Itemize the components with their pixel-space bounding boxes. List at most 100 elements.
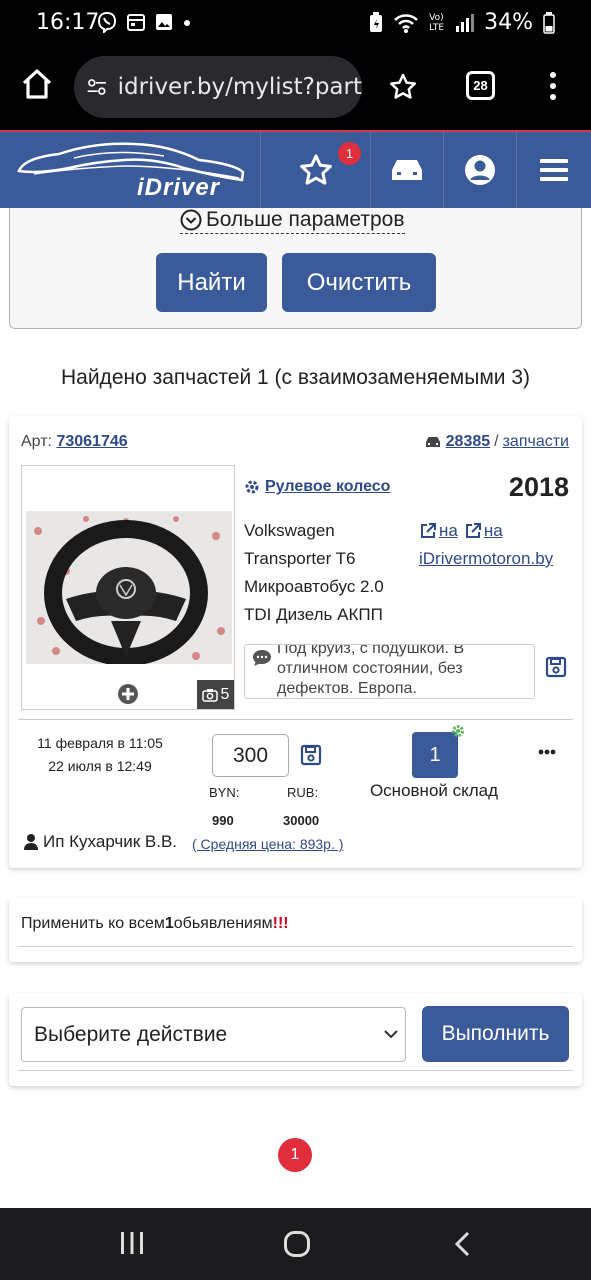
bookmark-star-icon[interactable] [388, 72, 418, 102]
battery-percent: 34% [484, 10, 533, 35]
action-divider [18, 1070, 573, 1071]
steering-wheel-photo[interactable] [26, 511, 232, 664]
garage-button[interactable] [370, 132, 443, 208]
warehouse-label: Основной склад [369, 781, 499, 800]
account-button[interactable] [443, 132, 516, 208]
part-name-link[interactable]: Рулевое колесо [244, 478, 390, 496]
more-options-icon[interactable] [538, 749, 556, 755]
car-engine: TDI Дизель АКПП [244, 605, 383, 624]
car-icon [425, 437, 440, 447]
car-body: Микроавтобус 2.0 [244, 577, 384, 596]
comment-field[interactable]: Под круиз, с подушкой. В отличном состоя… [244, 644, 535, 699]
car-id-link[interactable]: 28385 [446, 433, 491, 451]
browser-toolbar: idriver.by/mylist?part 28 [0, 48, 591, 130]
user-circle-icon [465, 155, 495, 185]
add-photo-icon[interactable] [117, 683, 139, 705]
wifi-icon [394, 13, 419, 33]
dot-icon [184, 20, 190, 26]
car-description: Volkswagen Transporter T6 Микроавтобус 2… [244, 517, 384, 629]
results-count: Найдено запчастей 1 (с взаимозаменяемыми… [60, 366, 530, 389]
save-comment-icon[interactable] [545, 656, 567, 678]
more-params-label: Больше параметров [206, 208, 405, 231]
external-link-2[interactable]: на [464, 517, 503, 545]
chevron-down-circle-icon [180, 209, 202, 231]
favorites-badge: 1 [338, 142, 361, 165]
external-links-row: на на [419, 517, 553, 545]
notification-icons [96, 11, 192, 33]
apply-all-panel: Применить ко всем1обьявлениям!!! [9, 898, 582, 962]
external-link-icon [421, 523, 436, 538]
quantity-settings-icon[interactable] [451, 724, 465, 738]
comment-text: Под круиз, с подушкой. В отличном состоя… [277, 644, 465, 697]
car-icon [392, 160, 422, 180]
gear-icon [245, 480, 259, 494]
site-header: iDriver 1 [0, 130, 591, 208]
hamburger-icon [540, 159, 568, 181]
action-select[interactable]: Выберите действие [21, 1007, 406, 1062]
date-created: 11 февраля в 11:05 [37, 735, 163, 751]
recent-apps-icon[interactable] [118, 1230, 146, 1256]
part-card: Арт: 73061746 28385 / запчасти 5 Рулевое… [9, 416, 582, 868]
car-model: Transporter T6 [244, 549, 356, 568]
date-updated: 22 июля в 12:49 [48, 758, 152, 774]
external-link-icon [465, 523, 481, 538]
byn-value: 990 [212, 813, 234, 828]
part-year: 2018 [508, 472, 569, 502]
photo-count-badge[interactable]: 5 [197, 680, 234, 709]
car-link: 28385 / запчасти [424, 433, 569, 451]
car-make: Volkswagen [244, 521, 335, 540]
camera-icon [201, 688, 218, 702]
pagination-current-page[interactable]: 1 [278, 1138, 312, 1172]
browser-menu-icon[interactable] [548, 70, 558, 102]
car-link-separator: / [494, 433, 499, 450]
favorites-star-icon [299, 154, 332, 185]
signal-icon [456, 13, 475, 32]
user-icon [24, 834, 38, 850]
part-photo-frame: 5 [21, 465, 235, 710]
calendar-icon [127, 14, 145, 31]
back-nav-icon[interactable] [452, 1230, 474, 1258]
external-link-1[interactable]: на [419, 517, 458, 545]
car-parts-link[interactable]: запчасти [503, 433, 569, 451]
article-number-link[interactable]: 73061746 [56, 433, 127, 450]
search-button[interactable]: Найти [156, 253, 267, 312]
dates-block: 11 февраля в 11:05 22 июля в 12:49 [9, 732, 191, 778]
apply-divider [18, 946, 573, 947]
save-price-icon[interactable] [300, 744, 322, 766]
article-line: Арт: 73061746 [21, 433, 128, 451]
part-name: Рулевое колесо [265, 478, 391, 495]
rub-value: 30000 [283, 813, 320, 828]
home-icon[interactable] [20, 68, 54, 100]
apply-all-text: Применить ко всем1обьявлениям!!! [21, 915, 289, 932]
system-icons: Vo) LTE 34% [369, 10, 555, 35]
tab-switcher-button[interactable]: 28 [466, 71, 495, 100]
status-bar: 16:17 Vo) LTE 34% [0, 0, 591, 48]
seller-line: Ип Кухарчик В.В. [23, 832, 177, 852]
comment-icon [253, 650, 271, 666]
photo-count: 5 [220, 685, 230, 703]
card-divider [18, 719, 573, 720]
address-bar[interactable]: idriver.by/mylist?part [74, 56, 362, 118]
byn-label: BYN: [209, 785, 240, 800]
hamburger-menu-button[interactable] [516, 132, 591, 208]
price-input[interactable]: 300 [212, 734, 289, 777]
more-params-toggle[interactable]: Больше параметров [180, 208, 405, 234]
bulk-action-panel: Выберите действие Выполнить [9, 993, 582, 1086]
quantity-button[interactable]: 1 [412, 732, 458, 778]
seller-name: Ип Кухарчик В.В. [43, 832, 178, 851]
site-settings-icon[interactable] [86, 75, 108, 99]
gallery-icon [156, 14, 172, 30]
external-site-link[interactable]: iDrivermotoron.by [419, 545, 553, 573]
rub-label: RUB: [287, 785, 319, 800]
external-links: на на iDrivermotoron.by [419, 517, 553, 573]
volte-label: Vo) LTE [429, 12, 445, 33]
url-text: idriver.by/mylist?part [117, 74, 362, 100]
action-select-value: Выберите действие [34, 1022, 228, 1046]
execute-button[interactable]: Выполнить [422, 1006, 569, 1062]
average-price-link[interactable]: ( Средняя цена: 893р. ) [192, 836, 343, 852]
viber-icon [97, 11, 117, 33]
home-nav-icon[interactable] [283, 1230, 311, 1258]
article-label: Арт: [21, 433, 52, 450]
clear-button[interactable]: Очистить [282, 253, 436, 312]
battery-icon [543, 11, 555, 34]
